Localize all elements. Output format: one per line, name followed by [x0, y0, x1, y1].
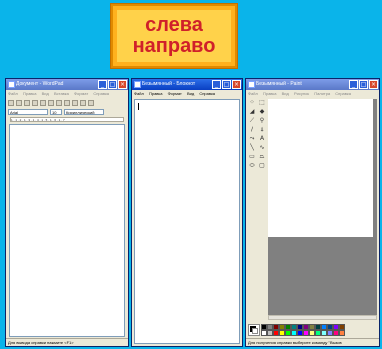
notepad-window: Безымянный - Блокнот _ □ × Файл Правка Ф… — [131, 78, 243, 347]
curve-icon[interactable]: ∿ — [258, 144, 266, 151]
background-color — [252, 328, 258, 334]
menu-item[interactable]: Справка — [335, 91, 351, 96]
wordpad-icon — [8, 81, 15, 88]
menu-item[interactable]: Рисунок — [294, 91, 309, 96]
drawing-canvas[interactable] — [268, 99, 373, 237]
menu-item[interactable]: Формат — [168, 91, 182, 96]
text-caret — [138, 103, 139, 110]
horizontal-scrollbar[interactable] — [268, 315, 377, 320]
maximize-button[interactable]: □ — [108, 80, 117, 89]
new-icon[interactable] — [8, 100, 14, 106]
brush-icon[interactable]: ⍋ — [258, 126, 266, 133]
paint-icon — [248, 81, 255, 88]
menu-item[interactable]: Вид — [187, 91, 194, 96]
palette-swatches — [261, 324, 345, 336]
close-button[interactable]: × — [118, 80, 127, 89]
menu-item[interactable]: Вид — [282, 91, 289, 96]
paint-toolbox: ⁘ ⬚ ◢ ◆ ⟋ ⚲ ∕ ⍋ ⤳ A ╲ ∿ ▭ ⏢ ⬭ ▢ — [248, 99, 266, 169]
paint-title: Безымянный - Paint — [256, 81, 302, 87]
paste-icon[interactable] — [72, 100, 78, 106]
undo-icon[interactable] — [80, 100, 86, 106]
menu-item[interactable]: Справка — [199, 91, 215, 96]
minimize-button[interactable]: _ — [98, 80, 107, 89]
menu-item[interactable]: Правка — [149, 91, 163, 96]
minimize-button[interactable]: _ — [349, 80, 358, 89]
paint-titlebar[interactable]: Безымянный - Paint _ □ × — [246, 79, 379, 90]
color-palette — [248, 323, 345, 337]
close-button[interactable]: × — [369, 80, 378, 89]
eraser-icon[interactable]: ◢ — [248, 108, 256, 115]
text-icon[interactable]: A — [258, 135, 266, 142]
airbrush-icon[interactable]: ⤳ — [248, 135, 256, 142]
title-line-1: слева — [145, 14, 203, 36]
ruler: 1 · 1 · 2 · 1 · 3 · 1 · 4 · 1 · 5 · 1 · … — [10, 117, 124, 122]
rect-select-icon[interactable]: ⬚ — [258, 99, 266, 106]
magnifier-icon[interactable]: ⚲ — [258, 117, 266, 124]
menu-item[interactable]: Правка — [23, 91, 37, 96]
font-select[interactable]: Arial — [8, 109, 48, 115]
canvas-area — [268, 99, 377, 315]
cut-icon[interactable] — [56, 100, 62, 106]
wordpad-statusbar: Для вывода справки нажмите <F1> — [6, 338, 128, 346]
preview-icon[interactable] — [40, 100, 46, 106]
maximize-button[interactable]: □ — [359, 80, 368, 89]
notepad-text-area[interactable] — [134, 99, 240, 344]
paint-window: Безымянный - Paint _ □ × Файл Правка Вид… — [245, 78, 380, 347]
print-icon[interactable] — [32, 100, 38, 106]
line-icon[interactable]: ╲ — [248, 144, 256, 151]
find-icon[interactable] — [48, 100, 54, 106]
menu-item[interactable]: Палитра — [314, 91, 330, 96]
close-button[interactable]: × — [232, 80, 241, 89]
rectangle-icon[interactable]: ▭ — [248, 153, 256, 160]
menu-item[interactable]: Вид — [42, 91, 49, 96]
open-icon[interactable] — [16, 100, 22, 106]
polygon-icon[interactable]: ⏢ — [258, 153, 266, 160]
wordpad-window: Документ - WordPad _ □ × Файл Правка Вид… — [5, 78, 129, 347]
menu-item[interactable]: Формат — [74, 91, 88, 96]
minimize-button[interactable]: _ — [212, 80, 221, 89]
notepad-icon — [134, 81, 141, 88]
wordpad-title: Документ - WordPad — [16, 81, 64, 87]
menu-item[interactable]: Правка — [263, 91, 277, 96]
wordpad-titlebar[interactable]: Документ - WordPad _ □ × — [6, 79, 128, 90]
save-icon[interactable] — [24, 100, 30, 106]
current-colors — [248, 324, 260, 336]
notepad-menubar: Файл Правка Формат Вид Справка — [132, 90, 242, 98]
title-line-2: направо — [132, 35, 216, 57]
menu-item[interactable]: Файл — [134, 91, 144, 96]
menu-item[interactable]: Вставка — [54, 91, 69, 96]
script-select[interactable]: Кириллический — [64, 109, 104, 115]
title-card: слева направо — [111, 4, 237, 68]
menu-item[interactable]: Справка — [93, 91, 109, 96]
color-swatch[interactable] — [339, 330, 345, 336]
ellipse-icon[interactable]: ⬭ — [248, 162, 256, 169]
wordpad-menubar: Файл Правка Вид Вставка Формат Справка — [6, 90, 128, 98]
color-picker-icon[interactable]: ⟋ — [248, 117, 256, 124]
rounded-rect-icon[interactable]: ▢ — [258, 162, 266, 169]
wordpad-toolbar — [8, 99, 126, 107]
fill-icon[interactable]: ◆ — [258, 108, 266, 115]
paint-menubar: Файл Правка Вид Рисунок Палитра Справка — [246, 90, 379, 98]
pencil-icon[interactable]: ∕ — [248, 126, 256, 133]
wordpad-format-bar: Arial 10 Кириллический — [8, 108, 126, 116]
date-icon[interactable] — [88, 100, 94, 106]
paint-statusbar: Для получения справки выберите команду "… — [246, 338, 379, 346]
free-select-icon[interactable]: ⁘ — [248, 99, 256, 106]
menu-item[interactable]: Файл — [8, 91, 18, 96]
maximize-button[interactable]: □ — [222, 80, 231, 89]
notepad-title: Безымянный - Блокнот — [142, 81, 196, 87]
document-area[interactable] — [9, 124, 125, 337]
font-size-select[interactable]: 10 — [50, 109, 62, 115]
copy-icon[interactable] — [64, 100, 70, 106]
menu-item[interactable]: Файл — [248, 91, 258, 96]
notepad-titlebar[interactable]: Безымянный - Блокнот _ □ × — [132, 79, 242, 90]
